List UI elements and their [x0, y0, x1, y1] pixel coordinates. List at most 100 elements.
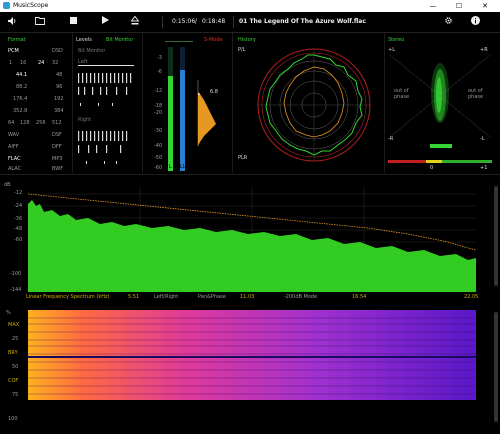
container-aiff: AIFF: [8, 144, 19, 150]
db-mode-toggle[interactable]: -200dB Mode: [284, 294, 317, 300]
rate-176: 176.4: [13, 96, 28, 102]
play-icon[interactable]: [100, 16, 110, 28]
bits-24: 24: [38, 60, 45, 66]
rate-96: 96: [56, 84, 63, 90]
bits-1: 1: [9, 60, 13, 66]
meter-tick: -20: [154, 110, 163, 116]
container-wav: WAV: [8, 132, 20, 138]
meter-channel-l: L: [169, 164, 172, 170]
stereo-label: Stereo: [388, 37, 405, 43]
dsd-512: 512: [52, 120, 62, 126]
close-button[interactable]: ✕: [474, 0, 496, 12]
app-logo-icon: [3, 2, 10, 9]
spectrogram-y-tick: 100: [8, 416, 18, 422]
container-mp3: MP3: [52, 156, 63, 162]
rate-352: 352.8: [13, 108, 28, 114]
container-alac: ALAC: [8, 166, 22, 172]
current-time: 0:15:06: [172, 18, 196, 25]
format-dsd: DSD: [52, 48, 63, 54]
container-dff: DFF: [52, 144, 62, 150]
bit-monitor-grid: [78, 65, 134, 164]
volume-icon[interactable]: [6, 16, 18, 28]
rate-88: 88.2: [16, 84, 28, 90]
spectrogram-y-tick: 25: [12, 336, 19, 342]
dsd-64: 64: [8, 120, 15, 126]
rate-48: 48: [56, 72, 63, 78]
spectrogram-unit: %: [6, 310, 11, 316]
meter-tick: -6: [157, 69, 162, 75]
spectrum-scrollbar[interactable]: [494, 186, 498, 286]
info-icon[interactable]: [470, 16, 480, 28]
total-time: 0:18:48: [202, 18, 226, 25]
open-folder-icon[interactable]: [34, 16, 46, 28]
settings-gear-icon[interactable]: [443, 16, 453, 28]
spectrum-x-tick: 5.51: [128, 294, 140, 300]
spectrogram-y-tick: MAX: [8, 322, 20, 328]
meter-tick: -40: [154, 143, 163, 149]
spectrum-panel: dB -12 -24 -36 -48 -60 -100 -144 5.51 11…: [0, 176, 500, 304]
format-pcm: PCM: [8, 48, 19, 54]
level-meter-panel: S-Mode -3 -6 -12 -18 -20 -30 -40 -50 -60…: [142, 33, 233, 173]
spectrum-y-tick: -144: [10, 287, 22, 293]
meter-tick: -3: [157, 55, 162, 61]
spectrum-unit: dB: [4, 182, 11, 188]
bits-32: 32: [52, 60, 59, 66]
levels-panel: Levels Bit Monitor Bit Monitor Left Righ…: [72, 33, 143, 173]
meter-tick: -60: [154, 165, 163, 171]
meter-tick: -50: [154, 155, 163, 161]
spectrum-x-tick: 11.03: [240, 294, 255, 300]
spectrum-y-tick: -12: [14, 190, 23, 196]
spectrum-x-tick: 22.05: [464, 294, 479, 300]
meter-tick: -12: [154, 88, 163, 94]
spectrum-y-tick: -24: [14, 203, 23, 209]
correlation-plus-one: +1: [480, 165, 488, 171]
spectrogram-y-tick: COF: [8, 378, 19, 384]
format-label: Format: [8, 37, 26, 43]
spectrum-plot: [28, 186, 476, 292]
history-bottom-label: PLR: [238, 155, 248, 161]
spectrogram-panel: % MAX 25 BRY 50 COF 75 100: [0, 306, 500, 434]
correlation-zero: 0: [430, 165, 434, 171]
bit-monitor-tab[interactable]: Bit Monitor: [106, 37, 133, 43]
stop-icon[interactable]: [68, 16, 78, 28]
s-mode-label[interactable]: S-Mode: [204, 37, 223, 43]
spectrogram-image: [28, 310, 476, 400]
dsd-256: 256: [36, 120, 46, 126]
toolbar: 0:15:06 / 0:18:48 01 The Legend Of The A…: [0, 12, 500, 33]
history-top-label: P/L: [238, 47, 246, 53]
title-bar: MusicScope — ☐ ✕: [0, 0, 500, 12]
pan-phase-toggle[interactable]: Pan&Phase: [198, 294, 226, 300]
levels-label: Levels: [76, 37, 92, 43]
dsd-128: 128: [20, 120, 30, 126]
bits-16: 16: [20, 60, 27, 66]
spectrogram-scrollbar[interactable]: [494, 312, 498, 422]
history-panel: History P/L PLR: [232, 33, 385, 173]
meter-tick: -30: [154, 128, 163, 134]
spectrogram-y-tick: BRY: [8, 350, 18, 356]
stereo-panel: Stereo +L +R -R -L out of phase out of p…: [384, 33, 496, 173]
left-right-toggle[interactable]: Left/Right: [154, 294, 178, 300]
goniometer: [389, 54, 491, 138]
container-bwf: BWF: [52, 166, 64, 172]
minimize-button[interactable]: —: [422, 0, 444, 12]
right-level-bar: [180, 70, 185, 171]
format-panel: Format PCM DSD 1 16 24 32 44.1 48 88.2 9…: [0, 33, 73, 173]
rate-44: 44.1: [16, 72, 28, 78]
bit-monitor-title: Bit Monitor: [78, 48, 106, 54]
meter-tick: -18: [154, 103, 163, 109]
rate-384: 384: [54, 108, 64, 114]
balance-indicator: [430, 144, 452, 148]
spectrum-x-tick: 16.54: [352, 294, 367, 300]
left-level-bar: [168, 76, 173, 171]
meter-channel-r: LU: [180, 164, 187, 170]
history-radar: [257, 48, 371, 162]
spectrum-y-tick: -100: [10, 271, 22, 277]
spectrum-mode-label[interactable]: Linear Frequency Spectrum (kHz): [26, 294, 110, 300]
container-flac: FLAC: [8, 156, 21, 162]
spectrogram-y-tick: 50: [12, 364, 19, 370]
track-title: 01 The Legend Of The Azure Wolf.flac: [239, 18, 366, 25]
spectrum-y-tick: -48: [14, 226, 23, 232]
maximize-button[interactable]: ☐: [448, 0, 470, 12]
time-separator: /: [195, 18, 198, 25]
eject-icon[interactable]: [130, 15, 140, 28]
